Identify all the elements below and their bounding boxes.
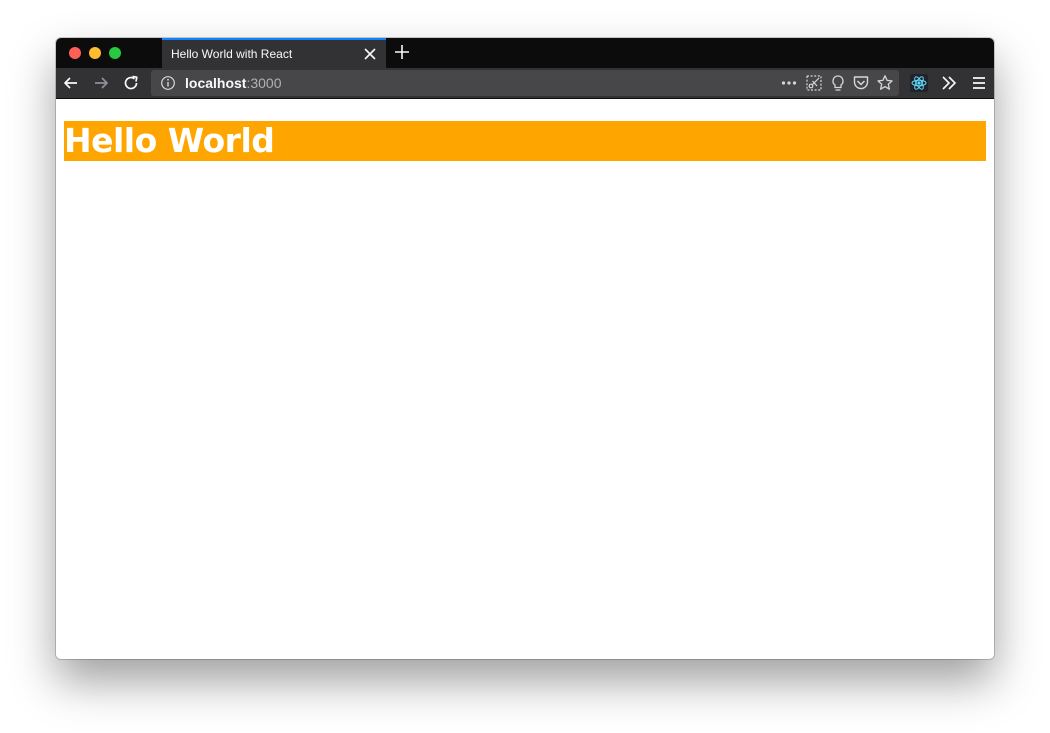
pocket-icon[interactable]	[852, 74, 870, 92]
hello-heading: Hello World	[64, 121, 986, 161]
hamburger-menu-icon[interactable]	[969, 73, 989, 93]
window-close-button[interactable]	[69, 47, 81, 59]
tab-title: Hello World with React	[171, 47, 293, 61]
tab-bar: Hello World with React	[56, 38, 994, 68]
url-bar[interactable]: localhost:3000	[151, 70, 899, 96]
info-icon[interactable]	[160, 75, 176, 91]
url-port: :3000	[246, 75, 282, 91]
lightbulb-icon[interactable]	[829, 74, 847, 92]
nav-toolbar: localhost:3000	[56, 68, 994, 99]
forward-arrow-icon[interactable]	[91, 73, 111, 93]
url-text[interactable]: localhost:3000	[185, 75, 282, 91]
react-devtools-icon[interactable]	[909, 73, 929, 93]
close-tab-icon[interactable]	[362, 46, 378, 62]
tab-active[interactable]: Hello World with React	[162, 38, 386, 68]
window-minimize-button[interactable]	[89, 47, 101, 59]
window-maximize-button[interactable]	[109, 47, 121, 59]
more-dots-icon[interactable]	[780, 74, 798, 92]
screenshot-icon[interactable]	[805, 74, 823, 92]
reload-icon[interactable]	[121, 73, 141, 93]
bookmark-star-icon[interactable]	[876, 74, 894, 92]
url-host: localhost	[185, 75, 247, 91]
back-arrow-icon[interactable]	[61, 73, 81, 93]
new-tab-icon[interactable]	[393, 43, 411, 61]
page-content: Hello World	[56, 100, 994, 659]
browser-window: Hello World with React localhost:3000 He…	[56, 38, 994, 659]
overflow-chevron-icon[interactable]	[939, 73, 959, 93]
